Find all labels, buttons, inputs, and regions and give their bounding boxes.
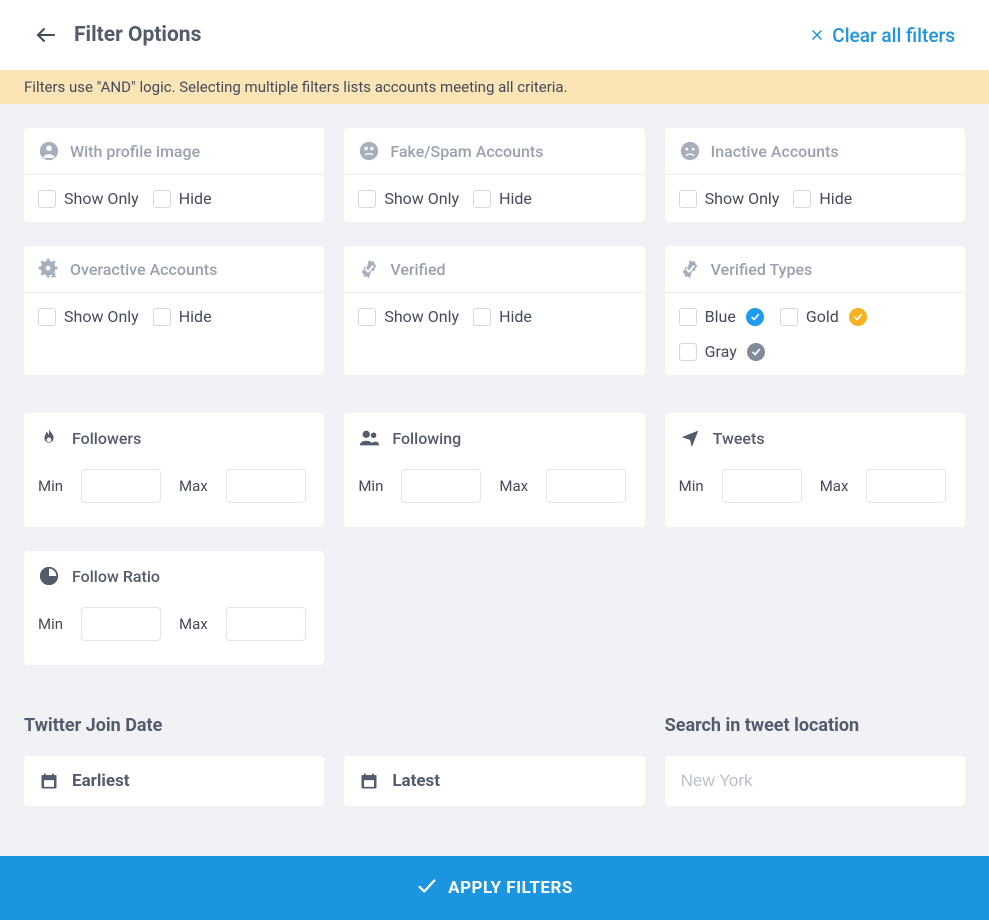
filter-title: Overactive Accounts: [70, 260, 217, 279]
latest-label: Latest: [392, 771, 440, 791]
stat-card-tweets: Tweets Min Max: [665, 413, 965, 527]
filter-card-inactive: Inactive Accounts Show Only Hide: [665, 128, 965, 222]
checkbox-label: Hide: [499, 189, 532, 208]
tweets-min-input[interactable]: [722, 469, 802, 503]
filter-title: Verified Types: [711, 260, 813, 279]
close-icon: [810, 24, 824, 47]
checkbox-hide[interactable]: [153, 190, 171, 208]
checkbox-label: Hide: [499, 307, 532, 326]
filter-card-verified-types: Verified Types Blue Gold Gray: [665, 246, 965, 375]
checkbox-label: Show Only: [64, 307, 139, 326]
ratio-icon: [38, 565, 60, 587]
fire-icon: [38, 427, 60, 449]
send-icon: [679, 427, 701, 449]
max-label: Max: [179, 615, 208, 633]
stat-title: Following: [392, 429, 461, 448]
check-icon: [416, 875, 438, 901]
checkbox-label: Hide: [819, 189, 852, 208]
calendar-icon: [38, 770, 60, 792]
users-icon: [358, 427, 380, 449]
checkbox-verified-gray[interactable]: [679, 343, 697, 361]
stat-card-follow-ratio: Follow Ratio Min Max: [24, 551, 324, 665]
info-bar: Filters use "AND" logic. Selecting multi…: [0, 70, 989, 104]
verified-gold-badge-icon: [849, 308, 867, 326]
checkbox-verified-blue[interactable]: [679, 308, 697, 326]
followers-max-input[interactable]: [226, 469, 306, 503]
sad-face-icon: [679, 140, 701, 162]
followers-min-input[interactable]: [81, 469, 161, 503]
clear-all-label: Clear all filters: [832, 24, 955, 47]
filter-title: With profile image: [70, 142, 200, 161]
section-location-title: Search in tweet location: [665, 715, 965, 736]
filter-card-profile-image: With profile image Show Only Hide: [24, 128, 324, 222]
filter-card-fake-spam: Fake/Spam Accounts Show Only Hide: [344, 128, 644, 222]
checkbox-hide[interactable]: [473, 190, 491, 208]
following-max-input[interactable]: [546, 469, 626, 503]
stat-card-following: Following Min Max: [344, 413, 644, 527]
verified-badge-icon: [679, 258, 701, 280]
min-label: Min: [679, 477, 704, 495]
verified-gray-label: Gray: [705, 342, 737, 361]
checkbox-show-only[interactable]: [358, 190, 376, 208]
checkbox-label: Show Only: [64, 189, 139, 208]
filter-title: Fake/Spam Accounts: [390, 142, 543, 161]
checkbox-hide[interactable]: [793, 190, 811, 208]
verified-blue-badge-icon: [746, 308, 764, 326]
checkbox-show-only[interactable]: [38, 308, 56, 326]
latest-date-picker[interactable]: Latest: [344, 756, 644, 806]
tweets-max-input[interactable]: [866, 469, 946, 503]
stat-title: Tweets: [713, 429, 765, 448]
min-label: Min: [38, 615, 63, 633]
max-label: Max: [179, 477, 208, 495]
verified-gray-badge-icon: [747, 343, 765, 361]
checkbox-label: Hide: [179, 189, 212, 208]
verified-blue-label: Blue: [705, 307, 736, 326]
apply-filters-label: APPLY FILTERS: [448, 878, 573, 898]
checkbox-verified-gold[interactable]: [780, 308, 798, 326]
dizzy-face-icon: [358, 140, 380, 162]
gear-head-icon: [38, 258, 60, 280]
verified-badge-icon: [358, 258, 380, 280]
verified-gold-label: Gold: [806, 307, 839, 326]
checkbox-show-only[interactable]: [358, 308, 376, 326]
max-label: Max: [499, 477, 528, 495]
filter-card-overactive: Overactive Accounts Show Only Hide: [24, 246, 324, 375]
filter-title: Verified: [390, 260, 445, 279]
clear-all-filters-button[interactable]: Clear all filters: [810, 24, 955, 47]
page-title: Filter Options: [74, 23, 201, 47]
checkbox-label: Show Only: [384, 307, 459, 326]
checkbox-show-only[interactable]: [679, 190, 697, 208]
checkbox-show-only[interactable]: [38, 190, 56, 208]
stat-title: Follow Ratio: [72, 567, 160, 586]
stat-title: Followers: [72, 429, 141, 448]
filter-title: Inactive Accounts: [711, 142, 839, 161]
following-min-input[interactable]: [401, 469, 481, 503]
ratio-min-input[interactable]: [81, 607, 161, 641]
earliest-label: Earliest: [72, 771, 130, 791]
back-arrow-icon[interactable]: [34, 23, 58, 47]
ratio-max-input[interactable]: [226, 607, 306, 641]
filter-card-verified: Verified Show Only Hide: [344, 246, 644, 375]
calendar-icon: [358, 770, 380, 792]
checkbox-hide[interactable]: [473, 308, 491, 326]
section-join-date-title: Twitter Join Date: [24, 715, 645, 736]
min-label: Min: [38, 477, 63, 495]
stat-card-followers: Followers Min Max: [24, 413, 324, 527]
max-label: Max: [820, 477, 849, 495]
apply-filters-button[interactable]: APPLY FILTERS: [0, 856, 989, 920]
checkbox-label: Show Only: [705, 189, 780, 208]
checkbox-label: Hide: [179, 307, 212, 326]
checkbox-label: Show Only: [384, 189, 459, 208]
min-label: Min: [358, 477, 383, 495]
earliest-date-picker[interactable]: Earliest: [24, 756, 324, 806]
location-search-input[interactable]: [665, 756, 965, 806]
checkbox-hide[interactable]: [153, 308, 171, 326]
person-icon: [38, 140, 60, 162]
